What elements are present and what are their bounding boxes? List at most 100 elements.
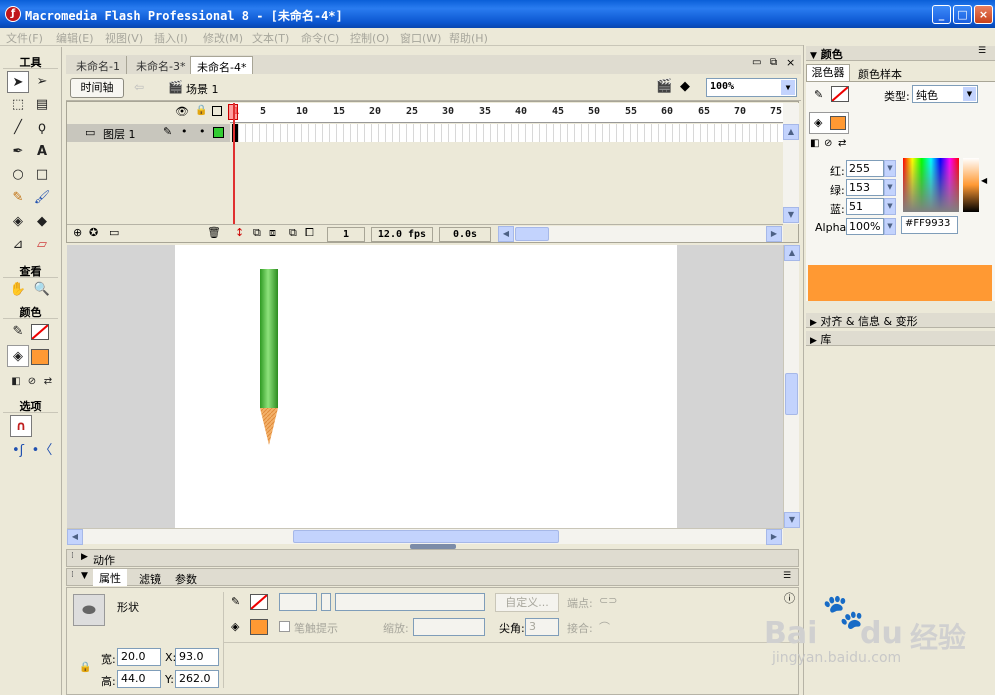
grip-icon[interactable]: ⁞	[71, 570, 74, 580]
expand-arrow-icon[interactable]: ▶	[810, 318, 817, 328]
insert-layer-icon[interactable]: ⊕	[73, 226, 82, 239]
scroll-down-icon[interactable]: ▼	[783, 207, 799, 223]
actions-panel-header[interactable]: ⁞ ▶ 动作	[66, 549, 799, 567]
scroll-left-icon[interactable]: ◀	[498, 226, 514, 242]
frame-rate[interactable]: 12.0 fps	[371, 227, 433, 242]
stroke-height-input[interactable]	[279, 593, 317, 611]
scroll-up-icon[interactable]: ▲	[784, 245, 800, 261]
red-input[interactable]: 255	[846, 160, 884, 177]
green-input[interactable]: 153	[846, 179, 884, 196]
lock-ratio-icon[interactable]: 🔒	[79, 662, 91, 673]
add-guide-layer-icon[interactable]: ✪	[89, 226, 98, 239]
brightness-pointer-icon[interactable]: ◀	[981, 176, 987, 185]
eraser-tool-icon[interactable]: ▱	[31, 234, 53, 256]
subselect-tool-icon[interactable]: ➢	[31, 71, 53, 93]
chevron-down-icon[interactable]: ▼	[963, 87, 976, 101]
pencil-body[interactable]	[260, 269, 278, 408]
x-input[interactable]: 93.0	[175, 648, 219, 666]
menu-modify[interactable]: 修改(M)	[203, 30, 243, 46]
rectangle-tool-icon[interactable]: □	[31, 164, 53, 186]
library-panel-header[interactable]: ▶ 库	[806, 331, 995, 346]
endpoint-icon[interactable]: ⊂⊃	[599, 594, 617, 607]
tab-filters[interactable]: 滤镜	[139, 571, 161, 587]
frame-ruler[interactable]: 1 5 10 15 20 25 30 35 40 45 50 55 60 65 …	[230, 103, 783, 123]
close-button[interactable]: ×	[974, 5, 993, 24]
hand-tool-icon[interactable]: ✋	[7, 279, 29, 301]
green-dropdown[interactable]: ▼	[884, 179, 896, 196]
ink-bottle-tool-icon[interactable]: ◈	[7, 211, 29, 233]
color-spectrum[interactable]	[903, 158, 959, 212]
color-panel-header[interactable]: ▼ 颜色 ☰	[806, 46, 995, 61]
expand-arrow-icon[interactable]: ▶	[81, 552, 88, 562]
fill-selector[interactable]: ◈	[809, 112, 849, 134]
menu-edit[interactable]: 编辑(E)	[56, 30, 94, 46]
restore-doc-icon[interactable]: ▭	[752, 57, 761, 68]
menu-help[interactable]: 帮助(H)	[449, 30, 488, 46]
edit-symbols-icon[interactable]: ◆	[680, 79, 690, 94]
y-input[interactable]: 262.0	[175, 670, 219, 688]
brush-tool-icon[interactable]: 🖌	[31, 187, 53, 209]
collapse-arrow-icon[interactable]: ▼	[810, 51, 817, 61]
tab-swatches[interactable]: 颜色样本	[858, 66, 902, 82]
scroll-thumb[interactable]	[785, 373, 798, 415]
timeline-vscroll[interactable]: ▲ ▼	[783, 103, 799, 224]
timeline-toggle-button[interactable]: 时间轴	[70, 78, 124, 98]
fill-type-select[interactable]: 纯色 ▼	[912, 85, 978, 103]
height-input[interactable]: 44.0	[117, 670, 161, 688]
zoom-tool-icon[interactable]: 🔍	[31, 279, 53, 301]
stroke-color-icon[interactable]: ✎	[7, 321, 29, 343]
tab-properties[interactable]: 属性	[93, 569, 127, 586]
pen-tool-icon[interactable]: ✒	[7, 141, 29, 163]
eye-icon[interactable]: 👁	[175, 105, 189, 118]
stage-vscroll[interactable]: ▲ ▼	[783, 245, 800, 528]
collapse-arrow-icon[interactable]: ▼	[81, 571, 88, 581]
tab-doc-3[interactable]: 未命名-3*	[130, 56, 193, 74]
fill-color-swatch[interactable]	[250, 619, 268, 635]
expand-arrow-icon[interactable]: ▶	[810, 336, 817, 346]
grip-icon[interactable]: ⁞	[71, 551, 74, 561]
maximize-button[interactable]: □	[953, 5, 972, 24]
pencil-drawing[interactable]	[175, 245, 677, 528]
back-arrow-icon[interactable]: ⇦	[134, 80, 144, 94]
max-doc-icon[interactable]: ⧉	[770, 57, 777, 68]
scroll-right-icon[interactable]: ▶	[766, 226, 782, 242]
menu-insert[interactable]: 插入(I)	[154, 30, 188, 46]
lock-icon[interactable]: 🔒	[195, 105, 207, 116]
timeline-hscroll[interactable]: ◀ ▶	[498, 226, 783, 242]
free-transform-tool-icon[interactable]: ⬚	[7, 94, 29, 116]
layer-outline-swatch[interactable]	[213, 127, 224, 138]
scroll-down-icon[interactable]: ▼	[784, 512, 800, 528]
modify-markers-icon[interactable]: ⧠	[305, 226, 314, 240]
center-frame-icon[interactable]: ↕	[235, 226, 244, 239]
scroll-thumb[interactable]	[515, 227, 549, 241]
menu-text[interactable]: 文本(T)	[252, 30, 289, 46]
arrow-tool-icon[interactable]: ➤	[7, 71, 29, 93]
menu-control[interactable]: 控制(O)	[350, 30, 389, 46]
stroke-color-swatch[interactable]	[31, 324, 49, 340]
eyedropper-tool-icon[interactable]: ⊿	[7, 234, 29, 256]
scroll-right-icon[interactable]: ▶	[766, 529, 782, 545]
fill-color-swatch[interactable]	[830, 116, 846, 130]
stroke-hint-checkbox[interactable]	[279, 621, 290, 632]
text-tool-icon[interactable]: A	[31, 141, 53, 163]
close-doc-icon[interactable]: ×	[786, 56, 795, 69]
straighten-icon[interactable]: •〈	[31, 440, 53, 462]
paint-bucket-tool-icon[interactable]: ◆	[31, 211, 53, 233]
alpha-dropdown[interactable]: ▼	[884, 218, 896, 235]
stroke-color-swatch[interactable]	[831, 86, 849, 102]
menu-view[interactable]: 视图(V)	[105, 30, 143, 46]
black-white-icon[interactable]: ◧	[810, 138, 819, 149]
panel-menu-icon[interactable]: ☰	[978, 46, 986, 56]
tab-mixer[interactable]: 混色器	[806, 64, 850, 81]
no-color-button-icon[interactable]: ⊘	[824, 138, 832, 149]
fill-color-icon[interactable]: ◈	[7, 345, 29, 367]
custom-stroke-button[interactable]: 自定义...	[495, 593, 559, 612]
insert-folder-icon[interactable]: ▭	[109, 226, 119, 239]
minimize-button[interactable]: _	[932, 5, 951, 24]
tab-doc-1[interactable]: 未命名-1	[70, 56, 127, 74]
scroll-left-icon[interactable]: ◀	[67, 529, 83, 545]
stroke-height-dropdown[interactable]	[321, 593, 331, 611]
alpha-input[interactable]: 100%	[846, 218, 884, 235]
chevron-down-icon[interactable]: ▼	[781, 80, 795, 95]
swap-colors-icon[interactable]: ⇄	[37, 371, 59, 393]
